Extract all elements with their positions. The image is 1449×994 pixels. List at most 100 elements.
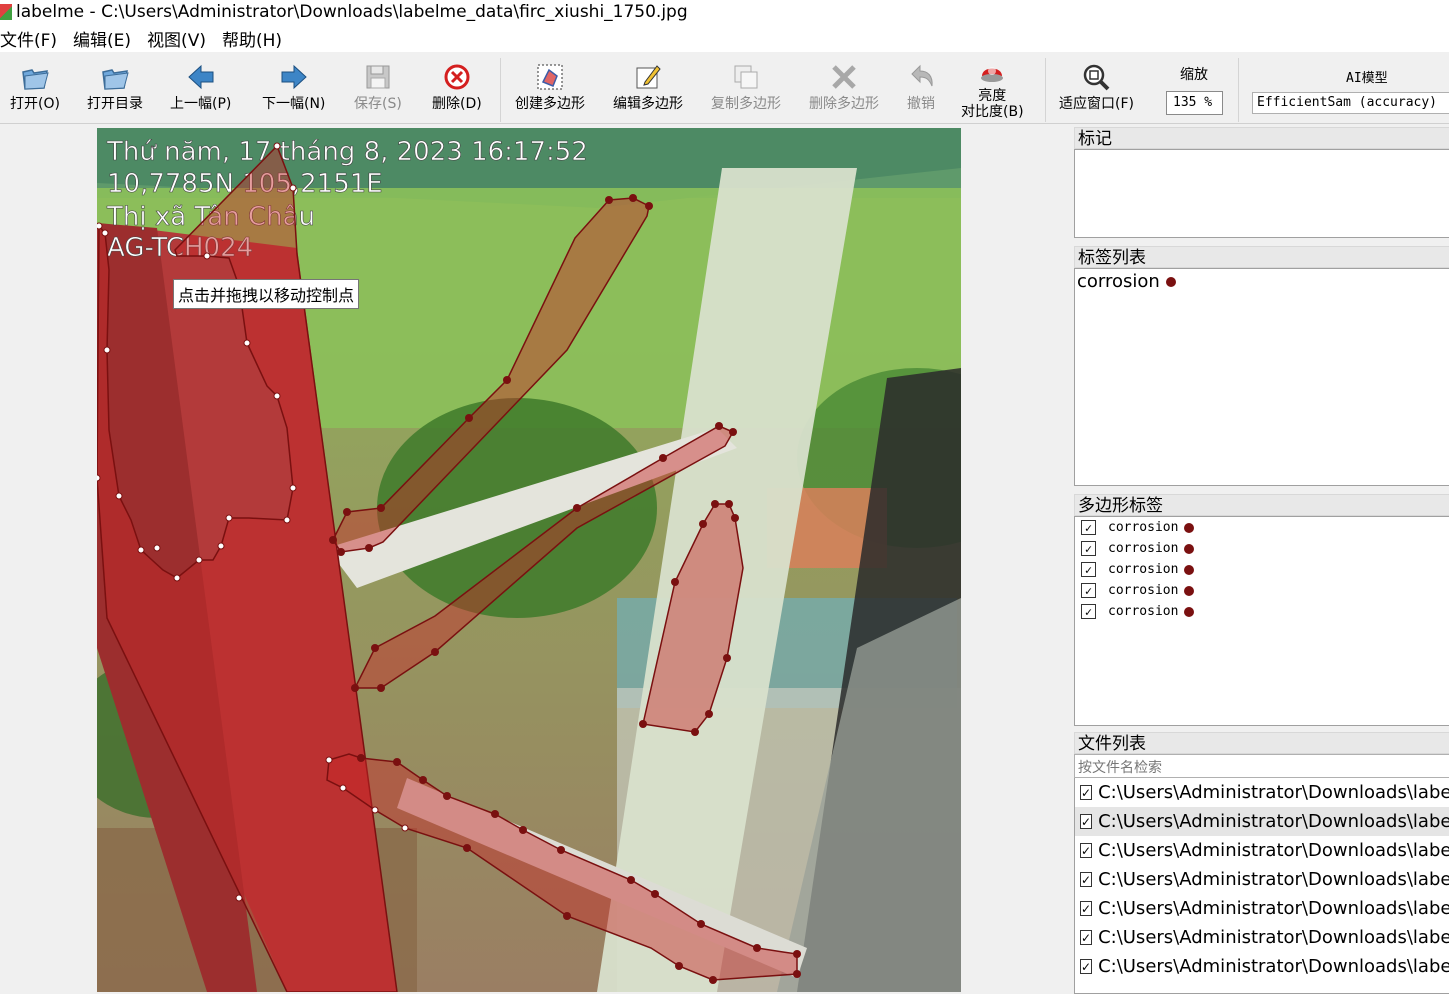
- canvas-area[interactable]: Thứ năm, 17 tháng 8, 2023 16:17:52 10,77…: [0, 126, 1068, 994]
- delete-file-button[interactable]: 删除(D): [432, 62, 482, 122]
- checkbox-checked-icon[interactable]: ✓: [1080, 843, 1093, 858]
- save-button[interactable]: 保存(S): [354, 62, 402, 122]
- polygon-list-item[interactable]: ✓ corrosion: [1075, 517, 1449, 538]
- checkbox-checked-icon[interactable]: ✓: [1081, 583, 1096, 598]
- edit-polygon-button[interactable]: 编辑多边形: [613, 62, 683, 122]
- polygon-list[interactable]: ✓ corrosion ✓ corrosion ✓ corrosion ✓ co…: [1074, 516, 1449, 726]
- polygon-list-item[interactable]: ✓ corrosion: [1075, 601, 1449, 622]
- file-search-input[interactable]: 按文件名检索: [1074, 754, 1449, 778]
- file-list[interactable]: ✓ C:\Users\Administrator\Downloads\label…: [1074, 778, 1449, 994]
- file-list-item[interactable]: ✓ C:\Users\Administrator\Downloads\label…: [1075, 923, 1449, 952]
- file-list-item[interactable]: ✓ C:\Users\Administrator\Downloads\label…: [1075, 865, 1449, 894]
- fit-window-button[interactable]: 适应窗口(F): [1059, 62, 1134, 122]
- labels-panel: 标签列表 corrosion: [1074, 246, 1449, 486]
- polygon-color-dot: [1184, 606, 1195, 617]
- open-button[interactable]: 打开(O): [10, 62, 60, 122]
- annotated-image[interactable]: Thứ năm, 17 tháng 8, 2023 16:17:52 10,77…: [97, 128, 961, 992]
- flags-panel-title: 标记: [1074, 127, 1449, 149]
- title-bar: labelme - C:\Users\Administrator\Downloa…: [0, 0, 1449, 24]
- polygon-label: corrosion: [1108, 520, 1179, 535]
- tooltip: 点击并拖拽以移动控制点: [173, 279, 360, 309]
- file-path: C:\Users\Administrator\Downloads\labelme…: [1098, 782, 1449, 803]
- file-path: C:\Users\Administrator\Downloads\labelme…: [1098, 840, 1449, 861]
- checkbox-checked-icon[interactable]: ✓: [1081, 562, 1096, 577]
- undo-button[interactable]: 撤销: [906, 62, 936, 122]
- checkbox-checked-icon[interactable]: ✓: [1081, 520, 1096, 535]
- flags-panel: 标记: [1074, 127, 1449, 238]
- checkbox-checked-icon[interactable]: ✓: [1080, 872, 1093, 887]
- copy-icon: [731, 62, 761, 92]
- file-path: C:\Users\Administrator\Downloads\labelme…: [1098, 927, 1449, 948]
- polygon-list-item[interactable]: ✓ corrosion: [1075, 580, 1449, 601]
- cross-icon: [829, 62, 859, 92]
- menu-help[interactable]: 帮助(H): [222, 26, 290, 51]
- menu-edit[interactable]: 编辑(E): [73, 26, 139, 51]
- menu-view[interactable]: 视图(V): [147, 26, 214, 51]
- floppy-disk-icon: [363, 62, 393, 92]
- polygons-panel: 多边形标签 ✓ corrosion ✓ corrosion ✓ corrosio…: [1074, 494, 1449, 726]
- zoom-label: 缩放: [1180, 67, 1208, 83]
- file-list-item-selected[interactable]: ✓ C:\Users\Administrator\Downloads\label…: [1075, 807, 1449, 836]
- folder-open-icon: [20, 62, 50, 92]
- polygon-list-item[interactable]: ✓ corrosion: [1075, 559, 1449, 580]
- checkbox-checked-icon[interactable]: ✓: [1080, 901, 1093, 916]
- polygon-color-dot: [1184, 585, 1195, 596]
- toolbar-separator: [1238, 58, 1239, 122]
- zoom-input[interactable]: 135 %: [1166, 91, 1223, 115]
- create-polygon-button[interactable]: 创建多边形: [515, 62, 585, 122]
- polygon-label: corrosion: [1108, 562, 1179, 577]
- checkbox-checked-icon[interactable]: ✓: [1080, 814, 1093, 829]
- file-path: C:\Users\Administrator\Downloads\labelme…: [1098, 869, 1449, 890]
- delete-polygon-button[interactable]: 删除多边形: [809, 62, 879, 122]
- label-list-item[interactable]: corrosion: [1075, 269, 1449, 294]
- next-image-button[interactable]: 下一幅(N): [262, 62, 325, 122]
- file-path: C:\Users\Administrator\Downloads\labelme…: [1098, 811, 1449, 832]
- ai-model-select[interactable]: EfficientSam (accuracy): [1252, 92, 1449, 114]
- overlay-line-1: Thứ năm, 17 tháng 8, 2023 16:17:52: [106, 137, 588, 167]
- arrow-left-icon: [186, 62, 216, 92]
- files-panel-title: 文件列表: [1074, 732, 1449, 754]
- brightness-contrast-button[interactable]: 亮度 对比度(B): [961, 58, 1024, 120]
- prev-image-button[interactable]: 上一幅(P): [170, 62, 231, 122]
- label-list[interactable]: corrosion: [1074, 268, 1449, 486]
- file-list-item[interactable]: ✓ C:\Users\Administrator\Downloads\label…: [1075, 778, 1449, 807]
- menu-file[interactable]: 文件(F): [0, 26, 65, 51]
- polygon-label: corrosion: [1108, 541, 1179, 556]
- menu-bar: 文件(F) 编辑(E) 视图(V) 帮助(H): [0, 24, 1449, 52]
- checkbox-checked-icon[interactable]: ✓: [1081, 604, 1096, 619]
- brightness-label-2: 对比度(B): [961, 104, 1024, 120]
- toolbar-separator: [500, 58, 501, 122]
- flags-list[interactable]: [1074, 149, 1449, 238]
- file-list-item[interactable]: ✓ C:\Users\Administrator\Downloads\label…: [1075, 894, 1449, 923]
- brightness-icon: [977, 58, 1007, 88]
- file-path: C:\Users\Administrator\Downloads\labelme…: [1098, 898, 1449, 919]
- delete-x-icon: [442, 62, 472, 92]
- polygon-label: corrosion: [1108, 604, 1179, 619]
- polygon-list-item[interactable]: ✓ corrosion: [1075, 538, 1449, 559]
- image-canvas[interactable]: Thứ năm, 17 tháng 8, 2023 16:17:52 10,77…: [97, 128, 961, 992]
- edit-pencil-icon: [633, 62, 663, 92]
- labels-panel-title: 标签列表: [1074, 246, 1449, 268]
- folder-icon: [100, 62, 130, 92]
- window-title: labelme - C:\Users\Administrator\Downloa…: [16, 2, 688, 22]
- open-dir-button[interactable]: 打开目录: [87, 62, 143, 122]
- checkbox-checked-icon[interactable]: ✓: [1080, 959, 1093, 974]
- undo-icon: [906, 62, 936, 92]
- polygon-label: corrosion: [1108, 583, 1179, 598]
- arrow-right-icon: [279, 62, 309, 92]
- files-panel: 文件列表 按文件名检索 ✓ C:\Users\Administrator\Dow…: [1074, 732, 1449, 994]
- labelme-app-icon: [0, 4, 12, 20]
- file-list-item[interactable]: ✓ C:\Users\Administrator\Downloads\label…: [1075, 836, 1449, 865]
- file-list-item[interactable]: ✓ C:\Users\Administrator\Downloads\label…: [1075, 952, 1449, 981]
- copy-polygon-button[interactable]: 复制多边形: [711, 62, 781, 122]
- brightness-label-1: 亮度: [978, 88, 1007, 104]
- checkbox-checked-icon[interactable]: ✓: [1080, 785, 1093, 800]
- checkbox-checked-icon[interactable]: ✓: [1080, 930, 1093, 945]
- toolbar: 打开(O) 打开目录 上一幅(P) 下一幅(N) 保存(S) 删除(D) 创建多…: [0, 54, 1449, 124]
- label-color-dot: [1165, 276, 1176, 287]
- checkbox-checked-icon[interactable]: ✓: [1081, 541, 1096, 556]
- polygons-panel-title: 多边形标签: [1074, 494, 1449, 516]
- ai-model-label: AI模型: [1346, 71, 1388, 86]
- label-name: corrosion: [1077, 271, 1160, 292]
- zoom-fit-icon: [1081, 62, 1111, 92]
